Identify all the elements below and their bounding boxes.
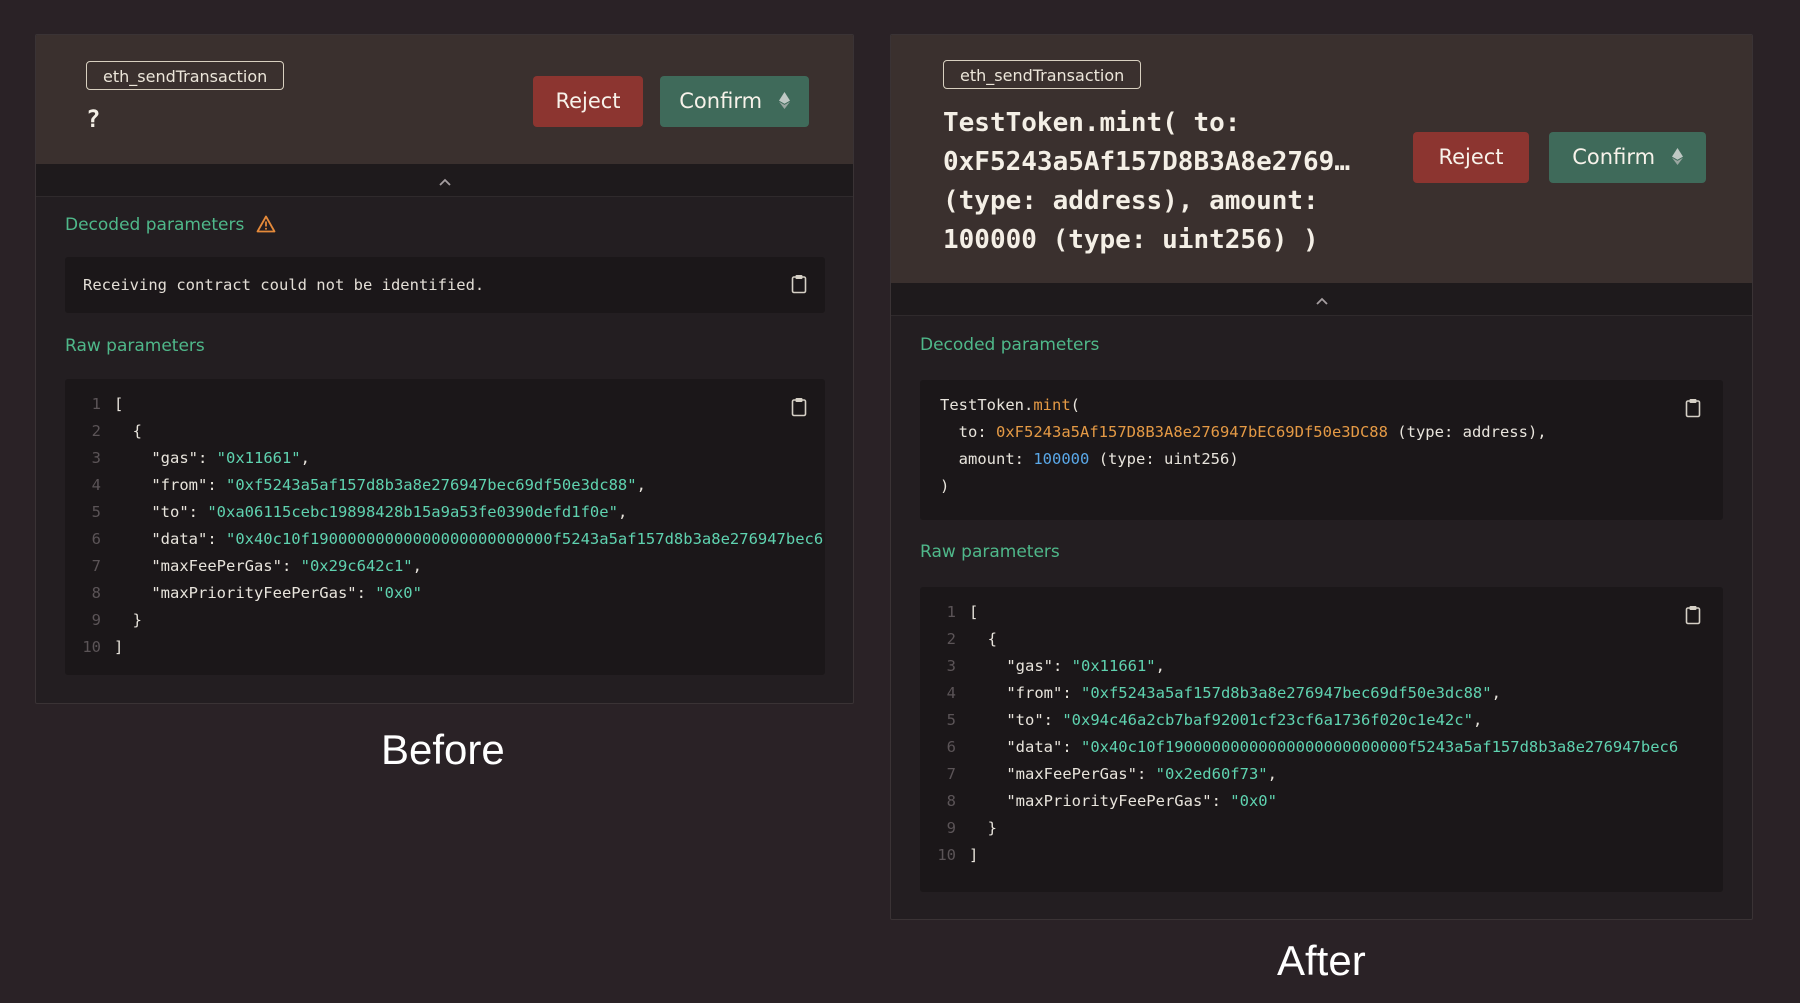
raw-parameters-label: Raw parameters	[65, 336, 205, 356]
reject-button[interactable]: Reject	[533, 76, 643, 127]
code-line: 10]	[82, 638, 124, 656]
decoded-parameters-heading: Decoded parameters	[65, 215, 276, 238]
decoded-amount-value: 100000	[1033, 450, 1090, 468]
clipboard-icon[interactable]	[1685, 605, 1701, 629]
request-title: TestToken.mint( to: 0xF5243a5Af157D8B3A8…	[943, 108, 1350, 255]
raw-maxpriority-value: "0x0"	[375, 584, 422, 602]
method-badge: eth_sendTransaction	[86, 61, 285, 90]
clipboard-icon[interactable]	[791, 274, 807, 298]
decoded-to-label: to:	[958, 423, 987, 441]
code-line: 4 "from": "0xf5243a5af157d8b3a8e276947be…	[946, 684, 1501, 702]
code-line: 2 {	[946, 630, 997, 648]
decoded-function: mint	[1033, 396, 1071, 414]
raw-data-value: "0x40c10f19000000000000000000000000f5243…	[225, 530, 824, 548]
code-line: 1[	[946, 603, 979, 621]
code-line: 6 "data": "0x40c10f190000000000000000000…	[946, 738, 1679, 756]
code-line: 8 "maxPriorityFeePerGas": "0x0"	[91, 584, 422, 602]
raw-to-value: "0xa06115cebc19898428b15a9a53fe0390defd1…	[207, 503, 618, 521]
reject-label: Reject	[1438, 145, 1504, 169]
raw-from-value: "0xf5243a5af157d8b3a8e276947bec69df50e3d…	[1080, 684, 1492, 702]
decoded-message: Receiving contract could not be identifi…	[83, 276, 485, 294]
decoded-to-type: (type: address),	[1397, 423, 1547, 441]
collapse-toggle[interactable]	[891, 283, 1752, 316]
clipboard-icon[interactable]	[791, 397, 807, 421]
request-title: ?	[86, 105, 101, 133]
reject-button[interactable]: Reject	[1413, 132, 1529, 183]
raw-data-value: "0x40c10f19000000000000000000000000f5243…	[1080, 738, 1679, 756]
confirm-label: Confirm	[1572, 145, 1656, 169]
code-line: 1[	[91, 395, 124, 413]
warning-icon	[256, 215, 276, 238]
decoded-parameters-box: Receiving contract could not be identifi…	[65, 257, 825, 313]
before-request-panel: eth_sendTransaction ? Reject Confirm Dec…	[35, 34, 854, 704]
decoded-to-value: 0xF5243a5Af157D8B3A8e276947bEC69Df50e3DC…	[996, 423, 1388, 441]
raw-maxfee-value: "0x2ed60f73"	[1155, 765, 1268, 783]
decoded-parameters-label: Decoded parameters	[920, 335, 1100, 355]
decoded-call-line: TestToken.mint(	[940, 396, 1081, 414]
chevron-up-icon	[438, 172, 452, 191]
code-line: 10]	[937, 846, 979, 864]
confirm-button[interactable]: Confirm	[660, 76, 809, 127]
confirm-label: Confirm	[679, 89, 763, 113]
chevron-up-icon	[1315, 291, 1329, 310]
raw-gas-value: "0x11661"	[216, 449, 301, 467]
decoded-parameters-box: TestToken.mint( to: 0xF5243a5Af157D8B3A8…	[920, 380, 1723, 520]
code-line: 2 {	[91, 422, 142, 440]
collapse-toggle[interactable]	[36, 164, 853, 197]
after-caption: After	[1277, 937, 1366, 984]
code-line: 8 "maxPriorityFeePerGas": "0x0"	[946, 792, 1277, 810]
raw-to-value: "0x94c46a2cb7baf92001cf23cf6a1736f020c1e…	[1062, 711, 1473, 729]
clipboard-icon[interactable]	[1685, 398, 1701, 422]
decoded-close-line: )	[940, 477, 950, 495]
eth-icon	[778, 77, 790, 128]
raw-parameters-label: Raw parameters	[920, 542, 1060, 562]
code-line: 7 "maxFeePerGas": "0x2ed60f73",	[946, 765, 1277, 783]
code-line: 4 "from": "0xf5243a5af157d8b3a8e276947be…	[91, 476, 646, 494]
before-caption: Before	[381, 726, 505, 773]
request-header: eth_sendTransaction ? Reject Confirm	[36, 35, 853, 164]
decoded-arg-to: to: 0xF5243a5Af157D8B3A8e276947bEC69Df50…	[940, 419, 1547, 446]
eth-icon	[1671, 133, 1683, 184]
raw-maxpriority-value: "0x0"	[1230, 792, 1277, 810]
after-request-panel: eth_sendTransaction TestToken.mint( to: …	[890, 34, 1753, 920]
code-line: 9 }	[946, 819, 997, 837]
decoded-amount-label: amount:	[958, 450, 1024, 468]
raw-parameters-box: 1[ 2 { 3 "gas": "0x11661", 4 "from": "0x…	[65, 379, 825, 675]
decoded-parameters-label: Decoded parameters	[65, 215, 245, 235]
raw-gas-value: "0x11661"	[1071, 657, 1156, 675]
code-line: 9 }	[91, 611, 142, 629]
method-badge: eth_sendTransaction	[943, 60, 1142, 89]
decoded-amount-type: (type: uint256)	[1098, 450, 1239, 468]
code-line: 3 "gas": "0x11661",	[946, 657, 1165, 675]
code-line: 5 "to": "0x94c46a2cb7baf92001cf23cf6a173…	[946, 711, 1483, 729]
decoded-contract: TestToken	[940, 396, 1024, 414]
confirm-button[interactable]: Confirm	[1549, 132, 1706, 183]
code-line: 3 "gas": "0x11661",	[91, 449, 310, 467]
code-line: 6 "data": "0x40c10f190000000000000000000…	[91, 530, 824, 548]
decoded-arg-amount: amount: 100000 (type: uint256)	[940, 446, 1239, 473]
reject-label: Reject	[555, 89, 621, 113]
code-line: 5 "to": "0xa06115cebc19898428b15a9a53fe0…	[91, 503, 628, 521]
raw-maxfee-value: "0x29c642c1"	[300, 557, 413, 575]
raw-from-value: "0xf5243a5af157d8b3a8e276947bec69df50e3d…	[225, 476, 637, 494]
raw-parameters-box: 1[ 2 { 3 "gas": "0x11661", 4 "from": "0x…	[920, 587, 1723, 892]
code-line: 7 "maxFeePerGas": "0x29c642c1",	[91, 557, 422, 575]
request-header: eth_sendTransaction TestToken.mint( to: …	[891, 35, 1752, 283]
